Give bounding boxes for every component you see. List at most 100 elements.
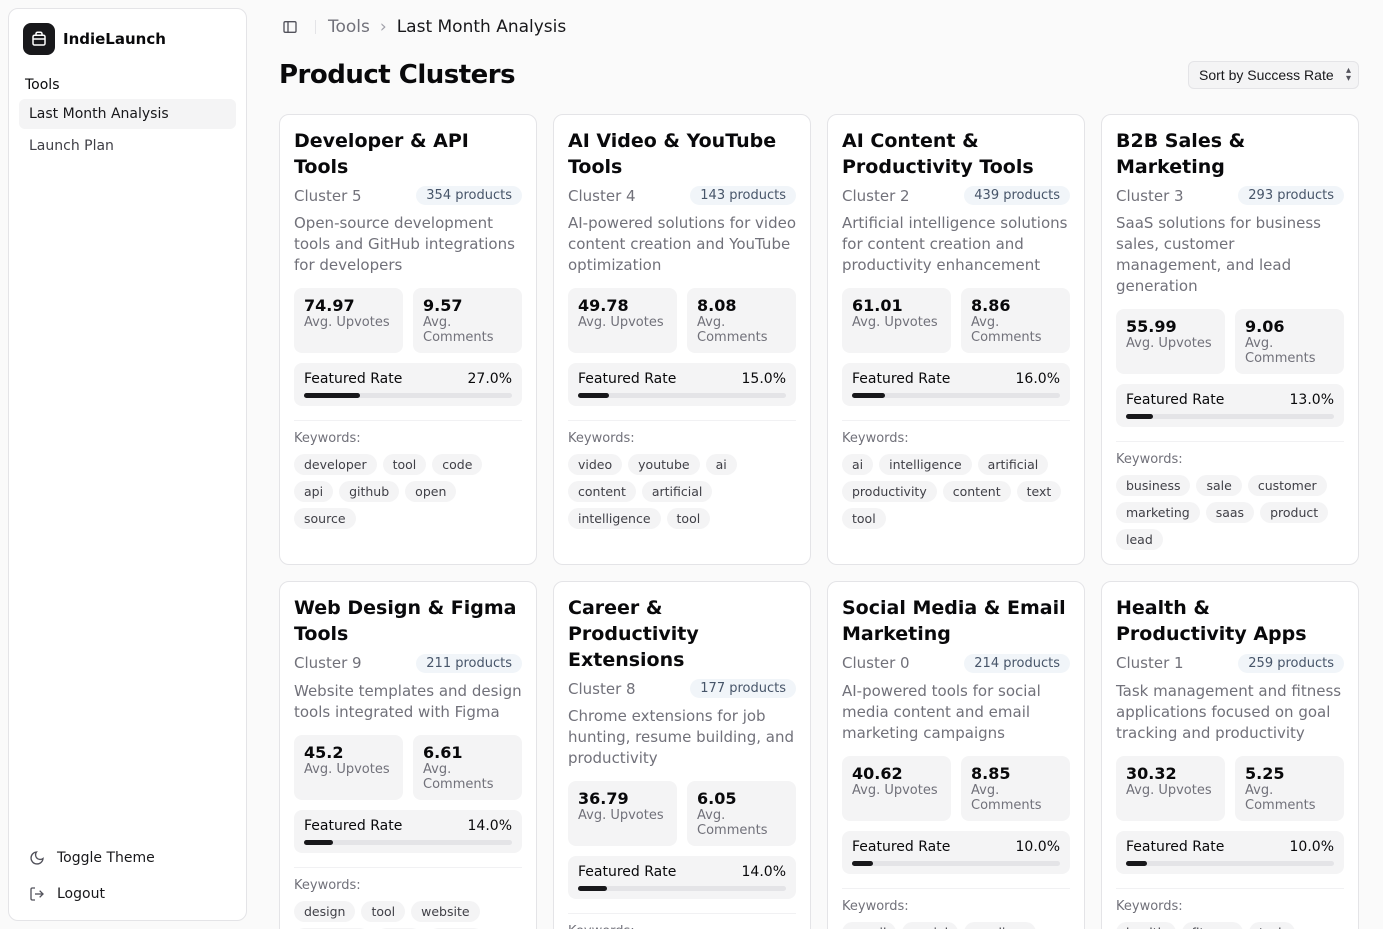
keyword-tag[interactable]: tool bbox=[361, 901, 405, 922]
divider bbox=[842, 888, 1070, 889]
keyword-tag[interactable]: ai bbox=[706, 454, 737, 475]
progress-track bbox=[852, 861, 1060, 866]
keyword-tag[interactable]: content bbox=[943, 481, 1011, 502]
metric-avg-upvotes: 40.62Avg. Upvotes bbox=[842, 756, 951, 821]
keywords-list: healthfitnesstaskmanagementappproductivi… bbox=[1116, 922, 1344, 929]
cluster-card[interactable]: Career & Productivity ExtensionsCluster … bbox=[553, 581, 811, 929]
keyword-tag[interactable]: website bbox=[411, 901, 479, 922]
cluster-title: Web Design & Figma Tools bbox=[294, 596, 522, 647]
topbar: Tools › Last Month Analysis bbox=[255, 0, 1383, 50]
sidebar-item[interactable]: Launch Plan bbox=[19, 131, 236, 161]
metric-label: Avg. Upvotes bbox=[1126, 783, 1215, 798]
keyword-tag[interactable]: youtube bbox=[628, 454, 699, 475]
toggle-theme-button[interactable]: Toggle Theme bbox=[19, 842, 236, 874]
keyword-tag[interactable]: business bbox=[1116, 475, 1190, 496]
featured-rate-value: 10.0% bbox=[1290, 839, 1334, 855]
keyword-tag[interactable]: intelligence bbox=[568, 508, 661, 529]
keyword-tag[interactable]: tool bbox=[842, 508, 886, 529]
sidebar-item[interactable]: Last Month Analysis bbox=[19, 99, 236, 129]
cluster-card[interactable]: Health & Productivity AppsCluster 1259 p… bbox=[1101, 581, 1359, 929]
collapse-sidebar-button[interactable] bbox=[277, 14, 303, 40]
keyword-tag[interactable]: social bbox=[902, 922, 958, 929]
panel-left-icon bbox=[282, 19, 298, 35]
keyword-tag[interactable]: lead bbox=[1116, 529, 1163, 550]
keyword-tag[interactable]: productivity bbox=[842, 481, 937, 502]
metric-label: Avg. Comments bbox=[1245, 783, 1334, 813]
keyword-tag[interactable]: text bbox=[1017, 481, 1062, 502]
cluster-description: AI-powered tools for social media conten… bbox=[842, 681, 1070, 744]
cluster-card[interactable]: Developer & API ToolsCluster 5354 produc… bbox=[279, 114, 537, 565]
keywords-list: designtoolwebsitetemplatewebfigmadesigne… bbox=[294, 901, 522, 929]
brand-name: IndieLaunch bbox=[63, 30, 166, 48]
keyword-tag[interactable]: content bbox=[568, 481, 636, 502]
breadcrumb: Tools › Last Month Analysis bbox=[328, 17, 566, 37]
metric-value: 6.61 bbox=[423, 743, 512, 762]
keyword-tag[interactable]: github bbox=[339, 481, 399, 502]
keyword-tag[interactable]: task bbox=[1249, 922, 1295, 929]
keywords-list: video youtube ai content artificial intellige… bbox=[568, 454, 796, 529]
cluster-id: Cluster 4 bbox=[568, 187, 636, 205]
main-content: Tools › Last Month Analysis Product Clus… bbox=[255, 0, 1383, 929]
cluster-subheader: Cluster 0214 products bbox=[842, 654, 1070, 673]
keyword-tag[interactable]: product bbox=[1260, 502, 1328, 523]
products-badge: 177 products bbox=[690, 679, 796, 698]
keyword-tag[interactable]: developer bbox=[294, 454, 377, 475]
sidebar: IndieLaunch Tools Last Month AnalysisLau… bbox=[8, 8, 247, 921]
metric-value: 8.85 bbox=[971, 764, 1060, 783]
cluster-card[interactable]: B2B Sales & MarketingCluster 3293 produc… bbox=[1101, 114, 1359, 565]
breadcrumb-root[interactable]: Tools bbox=[328, 17, 370, 37]
cluster-card[interactable]: Social Media & Email MarketingCluster 02… bbox=[827, 581, 1085, 929]
keyword-tag[interactable]: ai bbox=[842, 454, 873, 475]
keywords-list: developer toolcode api github open source bbox=[294, 454, 522, 529]
keyword-tag[interactable]: medium bbox=[964, 922, 1035, 929]
keyword-tag[interactable]: fitness bbox=[1182, 922, 1243, 929]
cluster-card[interactable]: AI Content & Productivity ToolsCluster 2… bbox=[827, 114, 1085, 565]
cluster-card[interactable]: AI Video & YouTube ToolsCluster 4143 pro… bbox=[553, 114, 811, 565]
keyword-tag[interactable]: intelligence bbox=[879, 454, 972, 475]
keyword-tag[interactable]: marketing bbox=[1116, 502, 1200, 523]
keywords-label: Keywords: bbox=[568, 924, 796, 929]
metric-label: Avg. Upvotes bbox=[304, 315, 393, 330]
keyword-tag[interactable]: saas bbox=[1206, 502, 1254, 523]
featured-rate-value: 27.0% bbox=[468, 371, 512, 387]
metric-label: Avg. Comments bbox=[697, 808, 786, 838]
divider bbox=[568, 913, 796, 914]
keyword-tag[interactable]: health bbox=[1116, 922, 1176, 929]
featured-rate-box: Featured Rate13.0% bbox=[1116, 384, 1344, 427]
keyword-tag[interactable]: artificial bbox=[978, 454, 1049, 475]
keyword-tag[interactable]: design bbox=[294, 901, 355, 922]
nav-items: Last Month AnalysisLaunch Plan bbox=[9, 99, 246, 161]
metric-label: Avg. Upvotes bbox=[852, 783, 941, 798]
keyword-tag[interactable]: sale bbox=[1196, 475, 1241, 496]
divider bbox=[315, 20, 316, 34]
keyword-tag[interactable]: customer bbox=[1248, 475, 1327, 496]
brand[interactable]: IndieLaunch bbox=[9, 9, 246, 65]
keyword-tag[interactable]: video bbox=[568, 454, 622, 475]
featured-rate-value: 14.0% bbox=[742, 864, 786, 880]
metric-value: 9.06 bbox=[1245, 317, 1334, 336]
keyword-tag[interactable]: tool bbox=[383, 454, 427, 475]
keyword-tag[interactable]: open bbox=[405, 481, 456, 502]
keyword-tag[interactable]: email bbox=[842, 922, 896, 929]
keyword-tag[interactable]: tool bbox=[667, 508, 711, 529]
divider bbox=[1116, 441, 1344, 442]
keyword-tag[interactable]: source bbox=[294, 508, 356, 529]
metric-label: Avg. Upvotes bbox=[1126, 336, 1215, 351]
sort-select[interactable]: Sort by Success Rate bbox=[1188, 61, 1359, 89]
progress-fill bbox=[852, 861, 873, 866]
cluster-card[interactable]: Web Design & Figma ToolsCluster 9211 pro… bbox=[279, 581, 537, 929]
divider bbox=[294, 420, 522, 421]
logout-button[interactable]: Logout bbox=[19, 878, 236, 910]
nav-section-label: Tools bbox=[9, 65, 246, 99]
keyword-tag[interactable]: code bbox=[432, 454, 482, 475]
keywords-label: Keywords: bbox=[294, 878, 522, 893]
metric-avg-comments: 6.05Avg. Comments bbox=[687, 781, 796, 846]
logout-label: Logout bbox=[57, 886, 105, 902]
featured-rate-box: Featured Rate15.0% bbox=[568, 363, 796, 406]
keyword-tag[interactable]: artificial bbox=[642, 481, 713, 502]
keyword-tag[interactable]: api bbox=[294, 481, 333, 502]
metric-label: Avg. Comments bbox=[423, 315, 512, 345]
featured-rate-value: 13.0% bbox=[1290, 392, 1334, 408]
cluster-id: Cluster 8 bbox=[568, 680, 636, 698]
sort-control[interactable]: Sort by Success Rate ▴▾ bbox=[1188, 61, 1359, 89]
